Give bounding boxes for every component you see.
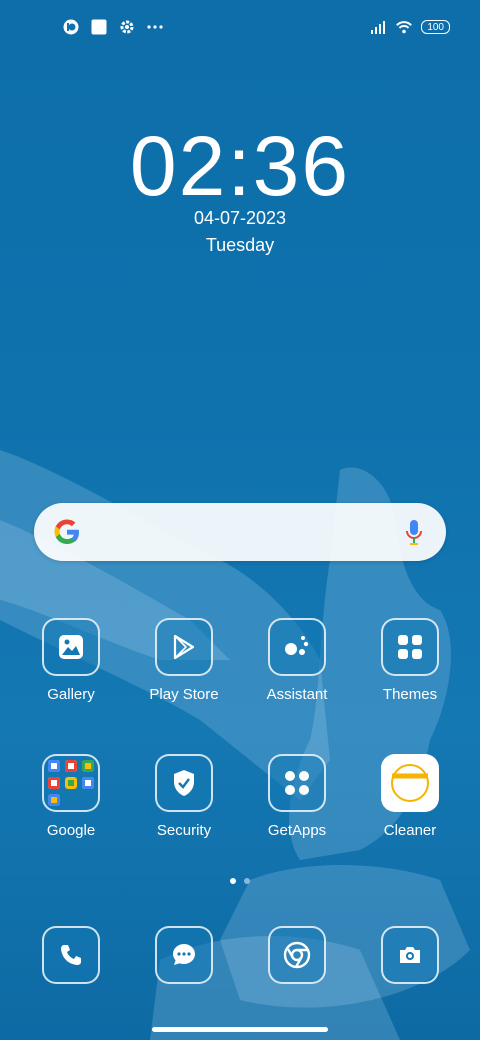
mic-icon[interactable] xyxy=(404,519,424,547)
wifi-icon xyxy=(395,18,413,36)
app-getapps[interactable]: GetApps xyxy=(247,754,347,839)
gallery-icon xyxy=(42,618,100,676)
home-indicator[interactable] xyxy=(152,1027,328,1032)
app-label: Gallery xyxy=(47,686,95,703)
app-label: Security xyxy=(156,822,212,839)
assistant-icon xyxy=(268,618,326,676)
signal-icon xyxy=(369,18,387,36)
app-gallery[interactable]: Gallery xyxy=(21,618,121,703)
app-label: Themes xyxy=(382,686,438,703)
page-indicator xyxy=(0,878,480,884)
gear-icon xyxy=(118,18,136,36)
google-mini-icon xyxy=(48,760,60,772)
square-icon xyxy=(90,18,108,36)
cleaner-icon xyxy=(381,754,439,812)
lockscreen-day: Tuesday xyxy=(205,235,275,255)
photos-mini-icon xyxy=(48,794,60,806)
app-label: Google xyxy=(46,822,96,839)
chrome-icon xyxy=(268,926,326,984)
themes-icon xyxy=(381,618,439,676)
lockscreen-date: 04-07-2023 xyxy=(193,208,287,228)
folder-icon xyxy=(42,754,100,812)
youtube-mini-icon xyxy=(48,777,60,789)
messages-icon xyxy=(155,926,213,984)
google-search-bar[interactable] xyxy=(34,503,446,561)
app-label: GetApps xyxy=(267,822,327,839)
dock-messages[interactable] xyxy=(134,926,234,984)
app-play-store[interactable]: Play Store xyxy=(134,618,234,703)
play-store-icon xyxy=(155,618,213,676)
shield-icon xyxy=(155,754,213,812)
gmail-mini-icon xyxy=(65,760,77,772)
page-dot xyxy=(244,878,250,884)
app-cleaner[interactable]: Cleaner xyxy=(360,754,460,839)
app-label: Cleaner xyxy=(383,822,437,839)
app-assistant[interactable]: Assistant xyxy=(247,618,347,703)
google-icon xyxy=(54,519,79,544)
drive-mini-icon xyxy=(65,777,77,789)
camera-icon xyxy=(381,926,439,984)
app-google-folder[interactable]: Google xyxy=(21,754,121,839)
dock-chrome[interactable] xyxy=(247,926,347,984)
phone-icon xyxy=(42,926,100,984)
status-bar: 100 xyxy=(0,0,480,56)
page-dot-active xyxy=(230,878,236,884)
dock-phone[interactable] xyxy=(21,926,121,984)
dock-camera[interactable] xyxy=(360,926,460,984)
chrome-mini-icon xyxy=(82,760,94,772)
app-security[interactable]: Security xyxy=(134,754,234,839)
app-label: Play Store xyxy=(149,686,219,703)
app-label: Assistant xyxy=(266,686,328,703)
lockscreen-clock[interactable]: 02:36 xyxy=(0,118,480,215)
more-dots-icon xyxy=(146,18,164,36)
app-themes[interactable]: Themes xyxy=(360,618,460,703)
getapps-icon xyxy=(268,754,326,812)
battery-icon: 100 xyxy=(421,20,450,34)
notification-app-icon xyxy=(62,18,80,36)
meet-mini-icon xyxy=(82,777,94,789)
